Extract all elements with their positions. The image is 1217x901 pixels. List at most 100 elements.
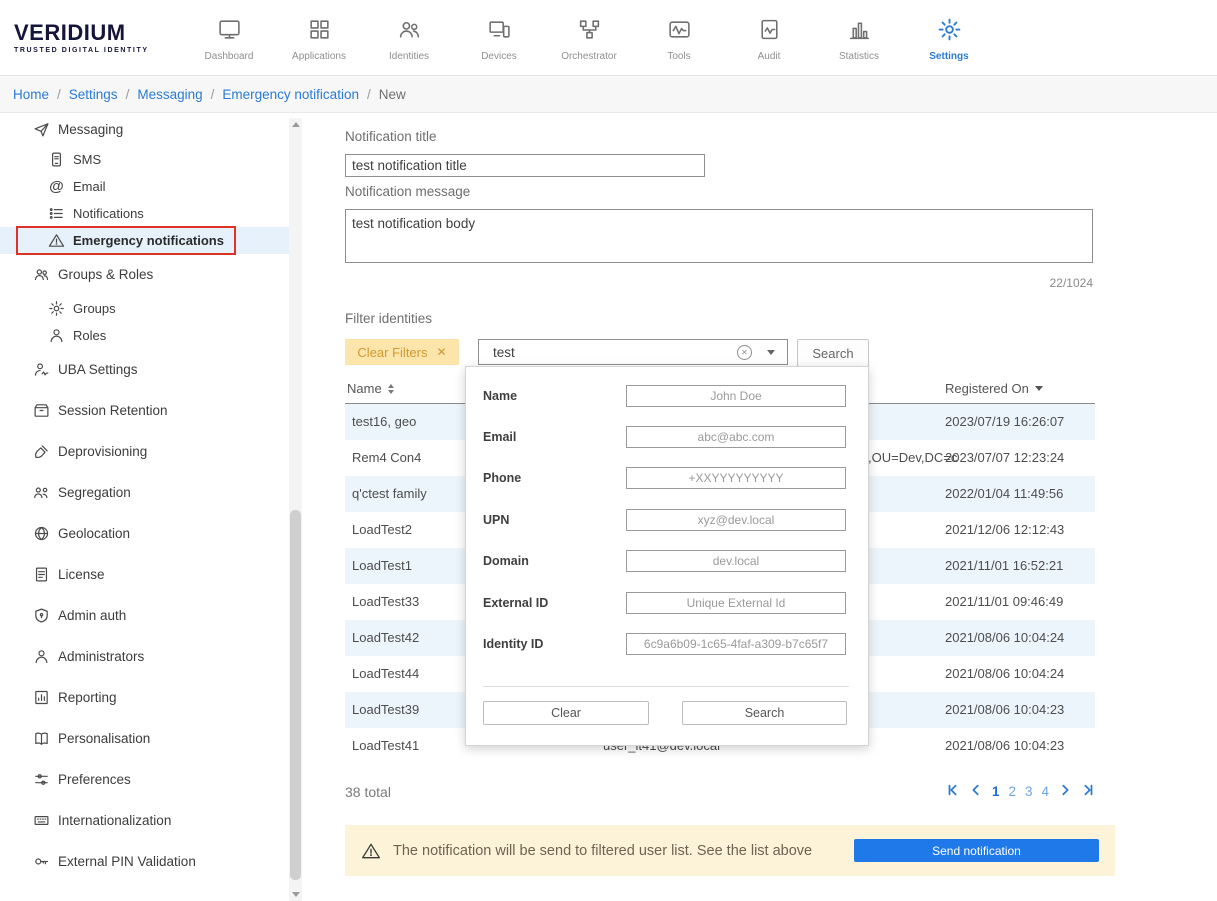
cell-registered-on: 2021/12/06 12:12:43 <box>945 522 1065 537</box>
sliders-icon <box>33 771 50 788</box>
panel-email-input[interactable] <box>626 426 846 448</box>
sidebar-item-groups[interactable]: Groups <box>0 295 289 322</box>
nav-item-tools[interactable]: Tools <box>634 13 724 62</box>
nav-item-statistics[interactable]: Statistics <box>814 13 904 62</box>
breadcrumb-messaging[interactable]: Messaging <box>137 87 202 102</box>
paper-plane-icon <box>33 121 50 138</box>
cell-registered-on: 2022/01/04 11:49:56 <box>945 486 1064 501</box>
clear-filters-chip[interactable]: Clear Filters ✕ <box>345 339 459 365</box>
panel-search-button[interactable]: Search <box>682 701 847 725</box>
notification-message-textarea[interactable]: test notification body <box>345 209 1093 263</box>
sidebar-item-session-retention[interactable]: Session Retention <box>0 390 289 431</box>
clear-search-icon[interactable]: ✕ <box>737 345 752 360</box>
sidebar-item-label: Deprovisioning <box>58 444 148 459</box>
sidebar-item-personalisation[interactable]: Personalisation <box>0 718 289 759</box>
nav-label: Tools <box>667 51 691 62</box>
nav-item-identities[interactable]: Identities <box>364 13 454 62</box>
sidebar-item-messaging[interactable]: Messaging <box>0 113 289 146</box>
panel-email-label: Email <box>483 430 517 444</box>
sidebar-item-preferences[interactable]: Preferences <box>0 759 289 800</box>
cell-registered-on: 2023/07/19 16:26:07 <box>945 414 1065 429</box>
sidebar-item-groups-roles[interactable]: Groups & Roles <box>0 254 289 295</box>
veridium-logo: VERIDIUM TRUSTED DIGITAL IDENTITY <box>0 21 184 54</box>
breadcrumb-home[interactable]: Home <box>13 87 49 102</box>
nav-label: Identities <box>388 51 430 62</box>
sidebar-item-roles[interactable]: Roles <box>0 322 289 349</box>
scrollbar-thumb[interactable] <box>290 510 301 880</box>
breadcrumb-settings[interactable]: Settings <box>69 87 118 102</box>
panel-clear-button[interactable]: Clear <box>483 701 649 725</box>
column-header-name[interactable]: Name <box>347 381 394 396</box>
sidebar-item-email[interactable]: @ Email <box>0 173 289 200</box>
nav-item-applications[interactable]: Applications <box>274 13 364 62</box>
shield-icon <box>33 607 50 624</box>
nav-item-dashboard[interactable]: Dashboard <box>184 13 274 62</box>
nav-item-settings[interactable]: Settings <box>904 13 994 62</box>
panel-phone-label: Phone <box>483 471 522 485</box>
sidebar-item-sms[interactable]: SMS <box>0 146 289 173</box>
sidebar-item-notifications[interactable]: Notifications <box>0 200 289 227</box>
send-notification-button[interactable]: Send notification <box>854 839 1099 862</box>
panel-domain-input[interactable] <box>626 550 846 572</box>
sort-desc-icon <box>1034 386 1043 391</box>
chevron-down-icon[interactable] <box>767 350 775 355</box>
sidebar-item-admin-auth[interactable]: Admin auth <box>0 595 289 636</box>
nav-item-devices[interactable]: Devices <box>454 13 544 62</box>
cell-registered-on: 2021/08/06 10:04:24 <box>945 630 1065 645</box>
nav-item-audit[interactable]: Audit <box>724 13 814 62</box>
sidebar-item-internationalization[interactable]: Internationalization <box>0 800 289 841</box>
scroll-up-arrow[interactable] <box>289 118 302 131</box>
breadcrumb-separator: / <box>125 86 130 102</box>
page-number-2[interactable]: 2 <box>1008 784 1016 799</box>
clear-filters-label: Clear Filters <box>357 344 428 360</box>
dashboard-icon <box>217 17 242 45</box>
sidebar-item-label: Roles <box>73 328 107 343</box>
sidebar-item-emergency-notifications[interactable]: Emergency notifications <box>0 226 289 255</box>
page-number-4[interactable]: 4 <box>1041 784 1049 799</box>
breadcrumb-emergency-notification[interactable]: Emergency notification <box>222 87 359 102</box>
warning-triangle-icon <box>362 843 380 858</box>
panel-phone-input[interactable] <box>626 467 846 489</box>
scroll-down-arrow[interactable] <box>289 888 302 901</box>
panel-external-id-label: External ID <box>483 596 549 610</box>
nav-item-orchestrator[interactable]: Orchestrator <box>544 13 634 62</box>
page-number-1[interactable]: 1 <box>992 784 1000 799</box>
panel-external-id-input[interactable] <box>626 592 846 614</box>
search-button[interactable]: Search <box>797 339 869 367</box>
sidebar-item-reporting[interactable]: Reporting <box>0 677 289 718</box>
panel-name-input[interactable] <box>626 385 846 407</box>
column-header-registered-on[interactable]: Registered On <box>945 381 1043 396</box>
keyboard-icon <box>33 812 50 829</box>
sidebar-item-deprovisioning[interactable]: Deprovisioning <box>0 431 289 472</box>
sidebar-item-geolocation[interactable]: Geolocation <box>0 513 289 554</box>
sort-icon <box>387 383 394 394</box>
sidebar-item-license[interactable]: License <box>0 554 289 595</box>
next-page-icon[interactable] <box>1058 783 1072 800</box>
sidebar-item-uba-settings[interactable]: UBA Settings <box>0 349 289 390</box>
cell-name: LoadTest33 <box>352 594 420 609</box>
last-page-icon[interactable] <box>1081 783 1095 800</box>
document-icon <box>33 566 50 583</box>
people-icon <box>33 266 50 283</box>
archive-box-icon <box>33 402 50 419</box>
sidebar-scrollbar[interactable] <box>289 118 302 901</box>
close-icon[interactable]: ✕ <box>437 345 447 359</box>
applications-icon <box>307 17 332 45</box>
identity-filter-panel: Name Email Phone UPN Domain External ID … <box>465 366 869 746</box>
cell-name: LoadTest41 <box>352 738 420 753</box>
page-number-3[interactable]: 3 <box>1025 784 1033 799</box>
sidebar-item-external-pin-validation[interactable]: External PIN Validation <box>0 841 289 882</box>
cell-registered-on: 2021/08/06 10:04:23 <box>945 702 1065 717</box>
person-icon <box>48 327 65 344</box>
sidebar-item-administrators[interactable]: Administrators <box>0 636 289 677</box>
notification-title-input[interactable] <box>345 154 705 177</box>
orchestrator-icon <box>577 17 602 45</box>
first-page-icon[interactable] <box>946 783 960 800</box>
settings-sidebar: Messaging SMS @ Email Notifications Emer… <box>0 113 302 901</box>
prev-page-icon[interactable] <box>969 783 983 800</box>
banner-message: The notification will be send to filtere… <box>393 842 813 859</box>
panel-upn-input[interactable] <box>626 509 846 531</box>
panel-identity-id-input[interactable] <box>626 633 846 655</box>
sidebar-item-segregation[interactable]: Segregation <box>0 472 289 513</box>
cell-registered-on: 2021/11/01 16:52:21 <box>945 558 1064 573</box>
